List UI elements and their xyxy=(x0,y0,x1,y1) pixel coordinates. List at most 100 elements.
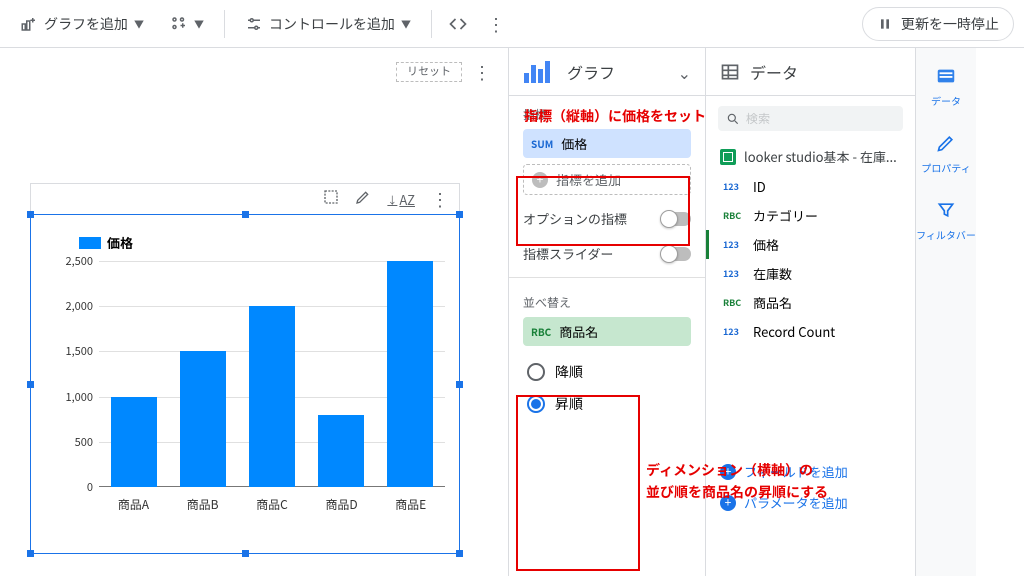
add-parameter-button[interactable]: + パラメータを追加 xyxy=(706,487,915,518)
sort-section-label: 並べ替え xyxy=(509,284,705,317)
x-tick-label: 商品C xyxy=(256,496,288,513)
chart-legend: 価格 xyxy=(79,233,133,252)
toolbar-divider xyxy=(431,10,432,38)
sort-asc-radio[interactable]: 昇順 xyxy=(509,388,705,420)
metric-slider-label: 指標スライダー xyxy=(523,244,613,263)
sort-field-chip[interactable]: RBC 商品名 xyxy=(523,317,691,346)
resize-handle[interactable] xyxy=(456,211,463,218)
resize-handle[interactable] xyxy=(242,211,249,218)
metric-slider-toggle[interactable] xyxy=(661,247,691,261)
metric-slider-row: 指標スライダー xyxy=(509,236,705,271)
field-row[interactable]: 123 在庫数 xyxy=(706,259,915,288)
embed-button[interactable] xyxy=(442,8,474,40)
field-row[interactable]: RBC 商品名 xyxy=(706,288,915,317)
optional-metric-label: オプションの指標 xyxy=(523,209,627,228)
field-search-input[interactable]: 検索 xyxy=(718,106,903,131)
setup-panel-header[interactable]: グラフ ⌄ xyxy=(509,48,705,96)
plus-icon: + xyxy=(720,495,736,511)
search-placeholder: 検索 xyxy=(746,110,770,127)
field-type-badge: RBC xyxy=(723,295,745,310)
sort-field-name: 商品名 xyxy=(559,322,598,341)
data-source-row[interactable]: looker studio基本 - 在庫... xyxy=(706,141,915,172)
rail-property-button[interactable]: プロパティ xyxy=(921,129,970,175)
search-icon xyxy=(726,112,740,126)
data-icon xyxy=(932,62,960,90)
add-field-button[interactable]: + フィールドを追加 xyxy=(706,456,915,487)
resize-handle[interactable] xyxy=(27,550,34,557)
slider-icon xyxy=(245,15,263,33)
canvas-more-button[interactable]: ⋮ xyxy=(466,56,498,88)
chart-bar xyxy=(387,261,433,487)
chart-more-button[interactable]: ⋮ xyxy=(431,186,449,212)
pause-updates-label: 更新を一時停止 xyxy=(901,14,999,34)
code-icon xyxy=(448,14,468,34)
metric-chip[interactable]: SUM 価格 xyxy=(523,129,691,158)
setup-panel: グラフ ⌄ 指標 SUM 価格 + 指標を追加 オプションの指標 指標スライダー xyxy=(509,48,706,576)
sort-field-type-tag: RBC xyxy=(531,324,551,339)
more-vert-icon: ⋮ xyxy=(487,11,505,37)
add-control-button[interactable]: コントロールを追加 ▼ xyxy=(235,8,421,40)
field-type-badge: 123 xyxy=(723,179,745,194)
chart-bar xyxy=(180,351,226,487)
resize-handle[interactable] xyxy=(456,550,463,557)
side-panels: グラフ ⌄ 指標 SUM 価格 + 指標を追加 オプションの指標 指標スライダー xyxy=(508,48,1024,576)
legend-swatch xyxy=(79,237,101,249)
rail-data-button[interactable]: データ xyxy=(931,62,961,108)
bar-chart-icon xyxy=(523,59,557,85)
resize-handle[interactable] xyxy=(242,550,249,557)
field-name: カテゴリー xyxy=(753,206,818,225)
pause-icon xyxy=(877,16,893,32)
resize-handle[interactable] xyxy=(27,381,34,388)
x-axis-labels: 商品A商品B商品C商品D商品E xyxy=(99,496,445,513)
data-source-name: looker studio基本 - 在庫... xyxy=(744,147,897,166)
funnel-icon xyxy=(932,196,960,224)
filter-icon[interactable] xyxy=(323,189,339,210)
x-tick-label: 商品A xyxy=(118,496,149,513)
y-tick-label: 1,500 xyxy=(66,343,93,359)
setup-panel-title: グラフ xyxy=(567,60,668,84)
chart-selection[interactable]: 価格 05001,0001,5002,0002,500 商品A商品B商品C商品D… xyxy=(30,214,460,554)
sort-desc-radio[interactable]: 降順 xyxy=(509,356,705,388)
metric-section-label: 指標 xyxy=(509,96,705,129)
optional-metric-toggle[interactable] xyxy=(661,212,691,226)
data-panel: データ 検索 looker studio基本 - 在庫... 123 ID RBC カ… xyxy=(706,48,916,576)
y-tick-label: 2,500 xyxy=(66,253,93,269)
resize-handle[interactable] xyxy=(27,211,34,218)
sheets-icon xyxy=(720,149,736,165)
edit-icon[interactable] xyxy=(355,189,371,210)
chart-plot: 05001,0001,5002,0002,500 商品A商品B商品C商品D商品E xyxy=(59,261,445,521)
field-name: 在庫数 xyxy=(753,264,792,283)
more-toolbar-button[interactable]: ⋮ xyxy=(480,8,512,40)
field-type-badge: RBC xyxy=(723,208,745,223)
radio-icon xyxy=(527,363,545,381)
field-row[interactable]: 123価格 xyxy=(706,230,915,259)
field-row[interactable]: RBC カテゴリー xyxy=(706,201,915,230)
chevron-down-icon: ▼ xyxy=(194,16,204,31)
add-parameter-label: パラメータを追加 xyxy=(744,493,848,512)
reset-button[interactable]: リセット xyxy=(396,62,462,81)
rail-property-label: プロパティ xyxy=(921,160,970,175)
add-community-button[interactable]: ▼ xyxy=(160,9,214,39)
add-field-label: フィールドを追加 xyxy=(744,462,848,481)
field-name: ID xyxy=(753,177,766,196)
sort-asc-label: 昇順 xyxy=(555,394,583,414)
y-tick-label: 1,000 xyxy=(66,389,93,405)
canvas-header: リセット ⋮ xyxy=(0,48,508,96)
legend-label: 価格 xyxy=(107,233,133,252)
sort-desc-label: 降順 xyxy=(555,362,583,382)
field-row[interactable]: 123 ID xyxy=(706,172,915,201)
data-panel-title: データ xyxy=(750,60,901,84)
add-metric-button[interactable]: + 指標を追加 xyxy=(523,164,691,195)
right-rail: データ プロパティ フィルタバー xyxy=(916,48,976,576)
field-row[interactable]: 123Record Count xyxy=(706,317,915,346)
data-icon xyxy=(720,62,740,82)
sort-az-button[interactable]: ↓AZ xyxy=(387,190,415,209)
rail-filterbar-button[interactable]: フィルタバー xyxy=(916,196,976,242)
field-type-badge: 123 xyxy=(723,266,745,281)
pause-updates-button[interactable]: 更新を一時停止 xyxy=(862,7,1014,41)
resize-handle[interactable] xyxy=(456,381,463,388)
y-tick-label: 0 xyxy=(87,479,93,495)
add-chart-button[interactable]: グラフを追加 ▼ xyxy=(10,8,154,40)
field-name: 商品名 xyxy=(753,293,792,312)
add-metric-label: 指標を追加 xyxy=(556,170,621,189)
